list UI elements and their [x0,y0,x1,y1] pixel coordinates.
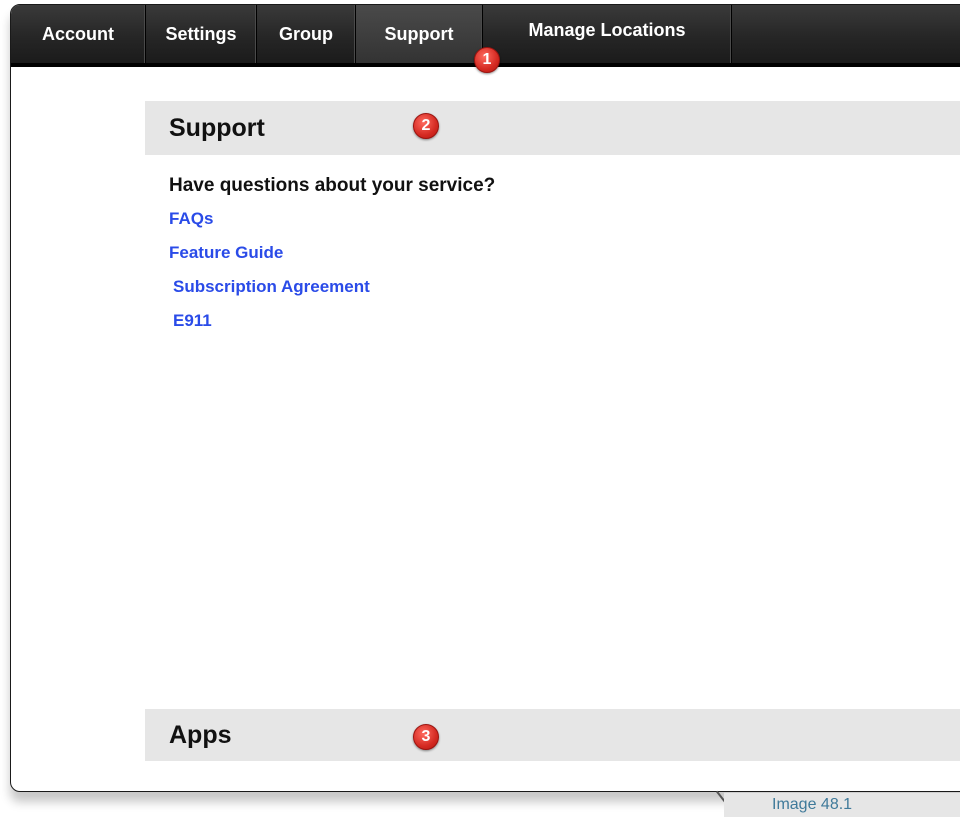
apps-title: Apps [169,720,232,749]
tab-account[interactable]: Account [11,5,146,63]
callout-badge-1: 1 [474,47,500,73]
feature-guide-link[interactable]: Feature Guide [169,243,495,263]
app-window: Account Settings Group Support Manage Lo… [10,4,960,792]
tab-settings[interactable]: Settings [146,5,257,63]
tab-support[interactable]: Support [356,5,483,63]
tab-account-label: Account [42,23,114,44]
support-section-header: Support [145,101,960,155]
callout-badge-3: 3 [413,724,439,750]
support-content: Have questions about your service? FAQs … [169,175,495,345]
tab-group-label: Group [279,23,333,44]
tab-support-label: Support [384,23,454,44]
apps-section-header: Apps [145,709,960,761]
tab-settings-label: Settings [165,23,237,44]
subscription-agreement-link[interactable]: Subscription Agreement [173,277,495,297]
callout-badge-2: 2 [413,113,439,139]
support-title: Support [169,113,265,142]
tab-group[interactable]: Group [257,5,356,63]
support-question: Have questions about your service? [169,175,496,196]
e911-link[interactable]: E911 [173,311,495,331]
tab-manage-locations-label: Manage Locations [528,19,686,40]
figure-caption: Image 48.1 [724,792,960,817]
tab-manage-locations[interactable]: Manage Locations [483,5,732,63]
figure-caption-text: Image 48.1 [772,796,853,813]
faqs-link[interactable]: FAQs [169,209,495,229]
